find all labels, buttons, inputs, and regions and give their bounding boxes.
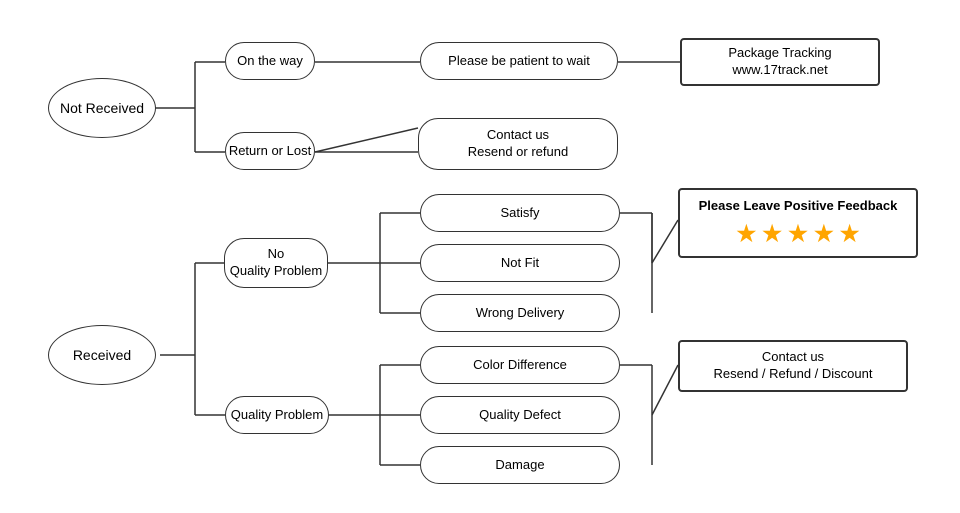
contact-resend-node: Contact usResend or refund — [418, 118, 618, 170]
contact-refund-node: Contact usResend / Refund / Discount — [678, 340, 908, 392]
color-difference-node: Color Difference — [420, 346, 620, 384]
satisfy-node: Satisfy — [420, 194, 620, 232]
package-tracking-node: Package Trackingwww.17track.net — [680, 38, 880, 86]
star-rating: ★ ★ ★ ★ ★ — [736, 219, 859, 250]
quality-defect-node: Quality Defect — [420, 396, 620, 434]
feedback-label: Please Leave Positive Feedback — [699, 197, 898, 215]
diagram: Not Received On the way Return or Lost P… — [0, 0, 960, 513]
on-the-way-node: On the way — [225, 42, 315, 80]
no-quality-problem-node: NoQuality Problem — [224, 238, 328, 288]
return-or-lost-node: Return or Lost — [225, 132, 315, 170]
patient-wait-node: Please be patient to wait — [420, 42, 618, 80]
not-fit-node: Not Fit — [420, 244, 620, 282]
damage-node: Damage — [420, 446, 620, 484]
not-received-node: Not Received — [48, 78, 156, 138]
wrong-delivery-node: Wrong Delivery — [420, 294, 620, 332]
received-node: Received — [48, 325, 156, 385]
quality-problem-node: Quality Problem — [225, 396, 329, 434]
feedback-box: Please Leave Positive Feedback ★ ★ ★ ★ ★ — [678, 188, 918, 258]
